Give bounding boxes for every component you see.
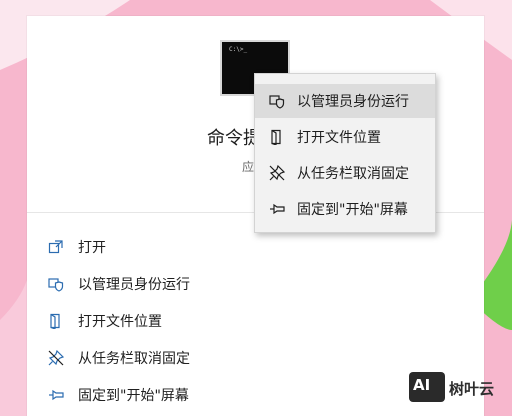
menu-item-label: 固定到"开始"屏幕 <box>78 388 189 404</box>
shield-icon <box>268 92 286 110</box>
unpin-icon <box>268 164 286 182</box>
menu-item-label: 从任务栏取消固定 <box>78 351 190 367</box>
menu-item-open-file-location[interactable]: 打开文件位置 <box>47 308 162 334</box>
shield-icon <box>47 275 65 293</box>
ctx-item-pin-start[interactable]: 固定到"开始"屏幕 <box>255 192 435 226</box>
ctx-item-label: 从任务栏取消固定 <box>297 166 409 182</box>
ctx-item-run-as-admin[interactable]: 以管理员身份运行 <box>255 84 435 118</box>
menu-item-open[interactable]: 打开 <box>47 234 106 260</box>
menu-item-pin-start[interactable]: 固定到"开始"屏幕 <box>47 382 189 408</box>
ctx-item-open-file-location[interactable]: 打开文件位置 <box>255 120 435 154</box>
ctx-item-unpin-taskbar[interactable]: 从任务栏取消固定 <box>255 156 435 190</box>
open-icon <box>47 238 65 256</box>
folder-location-icon <box>47 312 65 330</box>
ctx-item-label: 以管理员身份运行 <box>297 94 409 110</box>
ctx-item-label: 固定到"开始"屏幕 <box>297 202 408 218</box>
unpin-icon <box>47 349 65 367</box>
watermark-text: 树叶云 <box>449 380 495 398</box>
context-menu: 以管理员身份运行 打开文件位置 从任务栏取消固定 固定到"开始"屏幕 <box>254 73 436 233</box>
menu-item-label: 以管理员身份运行 <box>78 277 190 293</box>
menu-item-label: 打开 <box>78 240 106 256</box>
menu-item-run-as-admin[interactable]: 以管理员身份运行 <box>47 271 190 297</box>
menu-item-unpin-taskbar[interactable]: 从任务栏取消固定 <box>47 345 190 371</box>
console-text: C:\>_ <box>229 46 248 53</box>
pin-icon <box>47 386 65 404</box>
folder-location-icon <box>268 128 286 146</box>
menu-item-label: 打开文件位置 <box>78 314 162 330</box>
pin-icon <box>268 200 286 218</box>
watermark-badge-text: AI <box>413 376 431 394</box>
ctx-item-label: 打开文件位置 <box>297 130 381 146</box>
